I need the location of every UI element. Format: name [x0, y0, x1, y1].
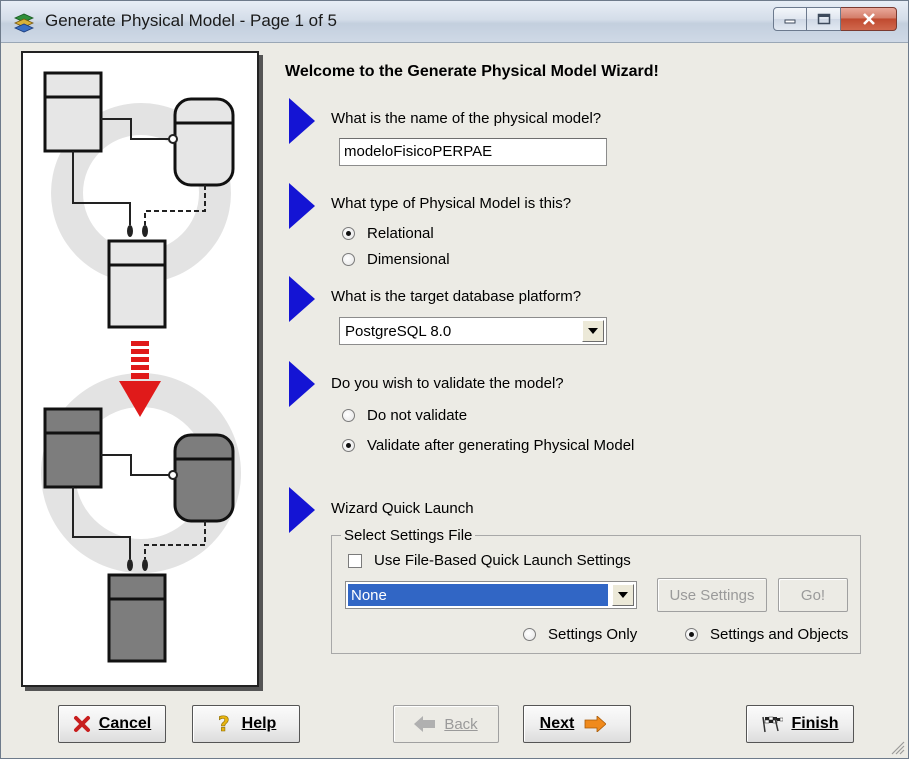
question-target-platform: What is the target database platform?	[331, 288, 582, 305]
settings-group-label: Select Settings File	[341, 527, 476, 544]
platform-select[interactable]: PostgreSQL 8.0	[339, 317, 607, 345]
platform-select-value: PostgreSQL 8.0	[345, 323, 452, 340]
radio-do-not-validate-label: Do not validate	[367, 407, 468, 424]
minimize-button[interactable]	[773, 7, 807, 31]
quick-launch-label: Wizard Quick Launch	[331, 500, 474, 517]
cancel-label: Cancel	[98, 715, 152, 732]
logical-to-physical-diagram	[41, 71, 241, 663]
cancel-button[interactable]: Cancel	[58, 705, 166, 743]
next-label: Next	[539, 715, 575, 732]
red-x-icon	[73, 715, 91, 733]
radio-settings-only[interactable]: Settings Only	[523, 626, 637, 643]
chevron-down-icon	[618, 592, 628, 598]
physical-table-top	[43, 407, 103, 489]
physical-table-bottom	[107, 573, 167, 663]
radio-do-not-validate[interactable]: Do not validate	[342, 407, 467, 424]
radio-validate-after[interactable]: Validate after generating Physical Model	[342, 437, 634, 454]
radio-settings-and-objects-indicator[interactable]	[685, 628, 698, 641]
back-label: Back	[444, 715, 478, 733]
settings-dropdown-button[interactable]	[612, 584, 634, 606]
radio-relational-indicator[interactable]	[342, 227, 355, 240]
next-button[interactable]: Next	[523, 705, 631, 743]
blue-triangle-icon	[289, 183, 315, 229]
radio-dimensional-indicator[interactable]	[342, 253, 355, 266]
radio-settings-and-objects-label: Settings and Objects	[710, 626, 849, 643]
window-title: Generate Physical Model - Page 1 of 5	[45, 11, 337, 30]
minimize-icon	[784, 19, 796, 24]
back-button[interactable]: Back	[393, 705, 499, 743]
blue-triangle-icon	[289, 98, 315, 144]
wizard-illustration	[21, 51, 259, 687]
maximize-icon	[817, 13, 830, 25]
help-label: Help	[241, 715, 277, 732]
resize-grip-icon[interactable]	[889, 739, 905, 755]
use-file-settings-box[interactable]	[348, 553, 362, 568]
settings-file-value: None	[351, 587, 387, 604]
radio-dimensional-label: Dimensional	[367, 251, 450, 268]
radio-settings-and-objects[interactable]: Settings and Objects	[685, 626, 848, 643]
settings-file-select[interactable]: None	[345, 581, 637, 609]
radio-dimensional[interactable]: Dimensional	[342, 251, 450, 268]
go-button[interactable]: Go!	[778, 578, 848, 612]
close-icon	[862, 13, 875, 25]
help-button[interactable]: ? Help	[192, 705, 300, 743]
left-arrow-icon	[414, 716, 436, 732]
use-settings-button[interactable]: Use Settings	[657, 578, 767, 612]
radio-relational-label: Relational	[367, 225, 434, 242]
settings-selection-highlight	[348, 584, 608, 606]
question-validate: Do you wish to validate the model?	[331, 375, 564, 392]
chevron-down-icon	[588, 328, 598, 334]
close-button[interactable]	[841, 7, 897, 31]
logical-entity-top	[43, 71, 103, 153]
model-name-input[interactable]: modeloFisicoPERPAE	[339, 138, 607, 166]
title-bar[interactable]: Generate Physical Model - Page 1 of 5	[1, 1, 908, 43]
radio-settings-only-label: Settings Only	[548, 626, 638, 643]
maximize-button[interactable]	[807, 7, 841, 31]
platform-dropdown-button[interactable]	[582, 320, 604, 342]
radio-do-not-validate-indicator[interactable]	[342, 409, 355, 422]
logical-entity-round	[173, 97, 235, 187]
wizard-heading: Welcome to the Generate Physical Model W…	[285, 63, 659, 80]
right-arrow-icon	[584, 716, 607, 732]
use-file-settings-label: Use File-Based Quick Launch Settings	[374, 552, 631, 569]
radio-settings-only-indicator[interactable]	[523, 628, 536, 641]
stack-layers-icon	[14, 13, 34, 33]
radio-validate-after-indicator[interactable]	[342, 439, 355, 452]
physical-table-round	[173, 433, 235, 523]
wizard-window: Generate Physical Model - Page 1 of 5 We…	[0, 0, 909, 759]
window-controls	[773, 7, 897, 31]
question-model-type: What type of Physical Model is this?	[331, 195, 572, 212]
blue-triangle-icon	[289, 487, 315, 533]
use-file-settings-checkbox[interactable]: Use File-Based Quick Launch Settings	[348, 552, 631, 569]
checkered-flag-icon	[761, 715, 784, 733]
radio-validate-after-label: Validate after generating Physical Model	[367, 437, 635, 454]
finish-label: Finish	[791, 715, 839, 732]
svg-text:?: ?	[218, 713, 230, 735]
radio-relational[interactable]: Relational	[342, 225, 434, 242]
blue-triangle-icon	[289, 276, 315, 322]
question-model-name: What is the name of the physical model?	[331, 110, 602, 127]
blue-triangle-icon	[289, 361, 315, 407]
question-mark-icon: ?	[216, 713, 234, 735]
logical-entity-bottom	[107, 239, 167, 329]
finish-button[interactable]: Finish	[746, 705, 854, 743]
